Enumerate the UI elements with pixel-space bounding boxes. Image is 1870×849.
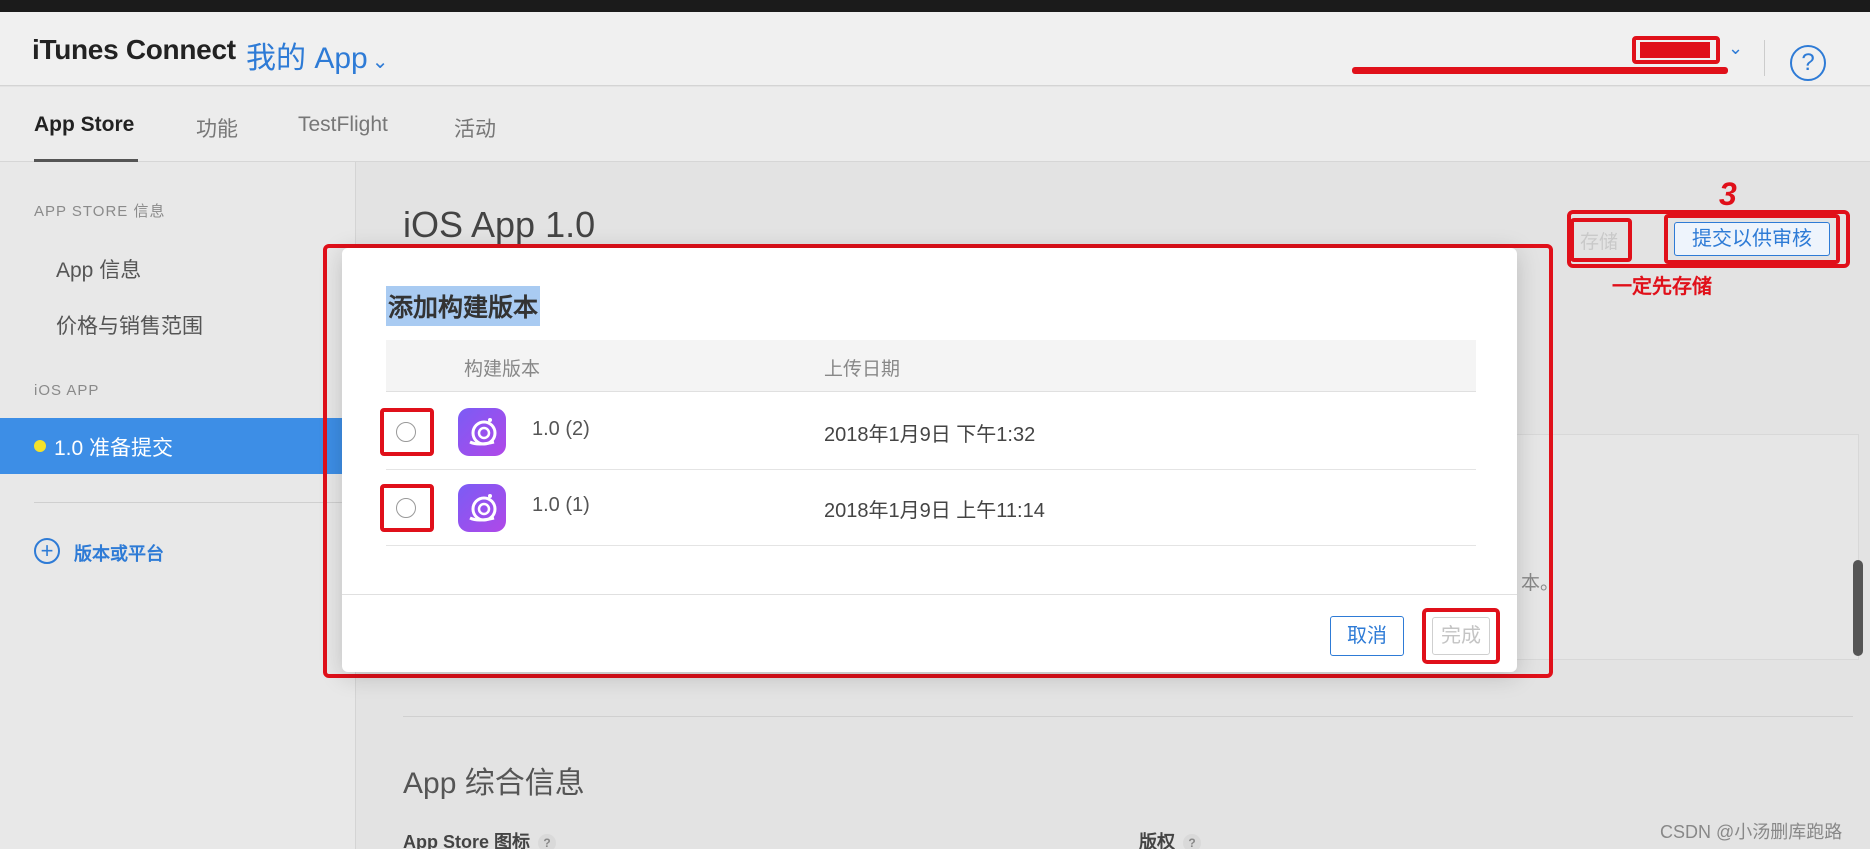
help-question-icon[interactable]: ?: [1183, 834, 1201, 849]
build-number: 1.0 (1): [532, 494, 590, 516]
column-header-upload-date: 上传日期: [824, 359, 901, 380]
modal-title: 添加构建版本: [386, 286, 541, 326]
scrollbar[interactable]: [1853, 560, 1863, 656]
field-label-app-icon-text: App Store 图标: [403, 832, 531, 849]
add-build-modal: 添加构建版本 构建版本 上传日期 1.0 (2) 2018年1月9日 下午1:3…: [342, 248, 1517, 672]
help-question-icon[interactable]: ?: [538, 834, 557, 849]
cancel-button[interactable]: 取消: [1330, 616, 1404, 656]
table-row[interactable]: 1.0 (2) 2018年1月9日 下午1:32: [380, 394, 1476, 470]
brand-title: iTunes Connect: [32, 34, 236, 65]
build-radio-button[interactable]: [396, 422, 416, 442]
annotation-note-save-first: 一定先存储: [1612, 276, 1712, 298]
app-icon: [458, 408, 506, 456]
field-label-copyright: 版权?: [1139, 828, 1201, 849]
tab-bar: App Store 功能 TestFlight 活动: [0, 87, 1870, 162]
tab-activity[interactable]: 活动: [454, 113, 496, 143]
annotation-box-radio: [380, 408, 434, 456]
status-dot-icon: [34, 440, 46, 452]
sidebar-item-version-1-0[interactable]: 1.0 准备提交: [0, 418, 356, 474]
app-header: iTunes Connect 我的 App ⌄ ⌄ ?: [0, 12, 1870, 86]
upload-date: 2018年1月9日 下午1:32: [824, 424, 1036, 446]
sidebar-item-label: 1.0 准备提交: [54, 437, 174, 460]
build-number: 1.0 (2): [532, 418, 590, 440]
tab-app-store[interactable]: App Store: [34, 113, 134, 137]
page-title: iOS App 1.0: [403, 204, 596, 245]
annotation-box-done: 完成: [1422, 608, 1500, 664]
sidebar-divider: [34, 502, 344, 503]
my-app-menu-label: 我的 App: [246, 42, 368, 75]
section-divider: [403, 716, 1853, 717]
user-menu[interactable]: [1632, 36, 1720, 64]
submit-for-review-button[interactable]: 提交以供审核: [1674, 222, 1830, 256]
sidebar-item-pricing[interactable]: 价格与销售范围: [56, 310, 203, 340]
tab-testflight[interactable]: TestFlight: [298, 113, 388, 137]
redaction-line: [1352, 67, 1728, 74]
annotation-step-3: 3: [1719, 176, 1737, 212]
plus-circle-icon[interactable]: +: [34, 538, 60, 564]
field-label-copyright-text: 版权: [1139, 832, 1175, 849]
chevron-down-icon: ⌄: [371, 51, 389, 73]
modal-footer-divider: [342, 594, 1517, 595]
sidebar-section-ios-app: iOS APP: [34, 382, 100, 399]
done-button[interactable]: 完成: [1432, 617, 1490, 655]
redacted-company-name: [1352, 64, 1728, 76]
chevron-down-icon[interactable]: ⌄: [1728, 38, 1743, 59]
table-row[interactable]: 1.0 (1) 2018年1月9日 上午11:14: [380, 470, 1476, 546]
header-divider: [1764, 40, 1765, 76]
section-title-general-info: App 综合信息: [403, 767, 585, 800]
sidebar: APP STORE 信息 App 信息 价格与销售范围 iOS APP 1.0 …: [0, 162, 356, 849]
add-version-or-platform-link[interactable]: 版本或平台: [74, 540, 164, 566]
top-strip: [0, 0, 1870, 12]
field-label-app-icon: App Store 图标?: [403, 828, 557, 849]
my-app-menu[interactable]: 我的 App ⌄: [246, 33, 388, 77]
redacted-username: [1640, 42, 1710, 58]
app-icon: [458, 484, 506, 532]
help-icon[interactable]: ?: [1790, 45, 1826, 81]
column-header-build: 构建版本: [464, 359, 541, 380]
upload-date: 2018年1月9日 上午11:14: [824, 500, 1045, 522]
annotation-box-radio: [380, 484, 434, 532]
sidebar-item-app-info[interactable]: App 信息: [56, 254, 141, 284]
watermark: CSDN @小汤删库跑路: [1660, 822, 1843, 842]
build-table-header: 构建版本 上传日期: [386, 340, 1476, 392]
annotation-box-save: 存储: [1570, 218, 1632, 262]
save-button[interactable]: 存储: [1580, 227, 1618, 254]
annotation-box-submit: 提交以供审核: [1664, 214, 1840, 264]
sidebar-section-app-store: APP STORE 信息: [34, 203, 166, 220]
tab-features[interactable]: 功能: [196, 113, 238, 143]
build-radio-button[interactable]: [396, 498, 416, 518]
